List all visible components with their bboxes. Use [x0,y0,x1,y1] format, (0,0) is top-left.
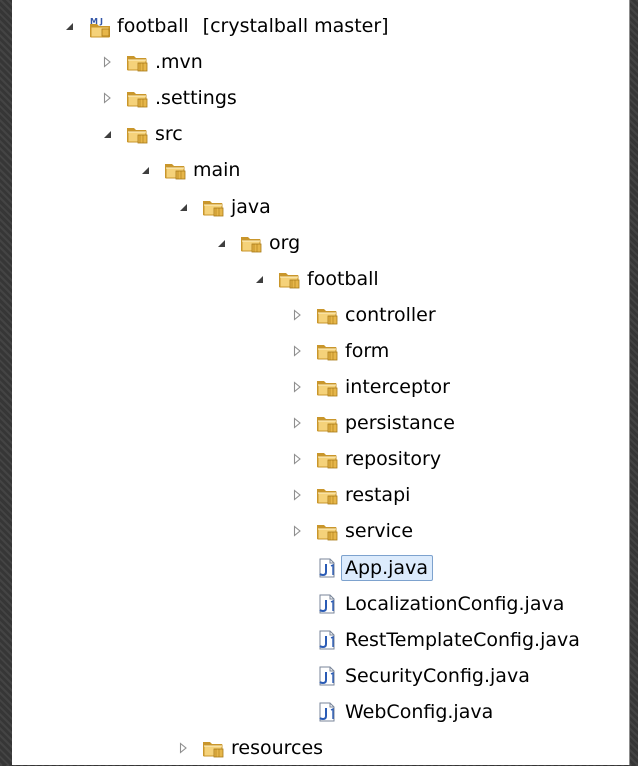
collapse-arrow-icon[interactable] [252,272,266,286]
tree-item-interceptor[interactable]: interceptor [293,369,450,405]
tree-item-resttemplateconfig-java[interactable]: RestTemplateConfig.java [316,622,580,658]
tree-item-label: controller [345,303,436,326]
folder-icon [202,737,224,759]
tree-item-label: java [231,195,271,218]
tree-item-restapi[interactable]: restapi [293,477,411,513]
folder-icon [316,520,338,542]
tree-item-org[interactable]: org [218,225,301,261]
expand-arrow-icon[interactable] [100,91,114,105]
java-file-icon [316,665,338,687]
tree-item-localizationconfig-java[interactable]: LocalizationConfig.java [316,586,564,622]
java-file-icon [316,629,338,651]
expand-arrow-icon[interactable] [100,55,114,69]
tree-item-label: repository [345,448,442,471]
tree-item-label: SecurityConfig.java [345,664,530,687]
folder-icon [164,159,186,181]
folder-icon [278,268,300,290]
collapse-arrow-icon[interactable] [100,127,114,141]
expand-arrow-icon[interactable] [290,308,304,322]
tree-item-label: src [155,123,183,146]
expand-arrow-icon[interactable] [290,488,304,502]
tree-item-label: interceptor [345,376,450,398]
expand-arrow-icon[interactable] [290,524,304,538]
folder-icon [316,304,338,326]
tree-item-mvn[interactable]: .mvn [103,44,203,80]
svg-text:M: M [90,17,98,26]
tree-item-service[interactable]: service [293,513,414,549]
project-explorer-tree: M J football [crystalball master] .mvn .s… [12,0,630,765]
tree-item-label: App.java [341,554,433,581]
expand-arrow-icon[interactable] [176,741,190,755]
repository-branch-label: [crystalball master] [202,15,389,37]
tree-item-label: football [117,15,189,37]
tree-item-repository[interactable]: repository [293,441,442,477]
folder-icon [316,484,338,506]
tree-item-label: org [269,231,301,254]
tree-item-controller[interactable]: controller [293,297,436,333]
java-file-icon [316,557,338,579]
tree-item-settings[interactable]: .settings [103,80,237,116]
tree-item-label: service [345,520,414,543]
tree-item-label: form [345,339,390,362]
tree-item-src[interactable]: src [104,116,183,152]
folder-icon [316,376,338,398]
tree-item-webconfig-java[interactable]: WebConfig.java [316,694,493,730]
tree-item-label: .mvn [155,51,203,74]
folder-icon [126,51,148,73]
expand-arrow-icon[interactable] [290,416,304,430]
tree-item-label: .settings [155,87,237,110]
tree-item-label: LocalizationConfig.java [345,592,565,615]
tree-item-football[interactable]: football [256,261,379,297]
tree-item-football[interactable]: M J football [crystalball master] [66,8,389,44]
tree-item-label: restapi [345,484,411,507]
collapse-arrow-icon[interactable] [176,200,190,214]
expand-arrow-icon[interactable] [290,380,304,394]
tree-item-app-java[interactable]: App.java [316,550,433,586]
folder-icon [202,196,224,218]
tree-item-form[interactable]: form [293,333,390,369]
expand-arrow-icon[interactable] [290,344,304,358]
tree-item-label: persistance [345,412,455,435]
folder-icon [240,232,262,254]
tree-item-label: resources [231,737,324,759]
folder-icon [316,340,338,362]
java-file-icon [316,701,338,723]
folder-icon [126,87,148,109]
tree-item-securityconfig-java[interactable]: SecurityConfig.java [316,658,530,694]
tree-item-java[interactable]: java [180,189,271,225]
tree-item-label: football [307,267,379,290]
collapse-arrow-icon[interactable] [62,19,76,33]
svg-text:J: J [99,17,103,26]
tree-item-label: RestTemplateConfig.java [345,628,580,651]
tree-item-resources[interactable]: resources [179,730,324,766]
collapse-arrow-icon[interactable] [214,236,228,250]
tree-item-persistance[interactable]: persistance [293,405,455,441]
expand-arrow-icon[interactable] [290,452,304,466]
tree-item-main[interactable]: main [142,152,241,188]
tree-item-label: WebConfig.java [345,700,494,723]
folder-icon [316,448,338,470]
collapse-arrow-icon[interactable] [138,163,152,177]
folder-icon [126,123,148,145]
java-file-icon [316,593,338,615]
tree-item-label: main [193,159,241,182]
maven-project-icon: M J [88,15,110,38]
folder-icon [316,412,338,434]
